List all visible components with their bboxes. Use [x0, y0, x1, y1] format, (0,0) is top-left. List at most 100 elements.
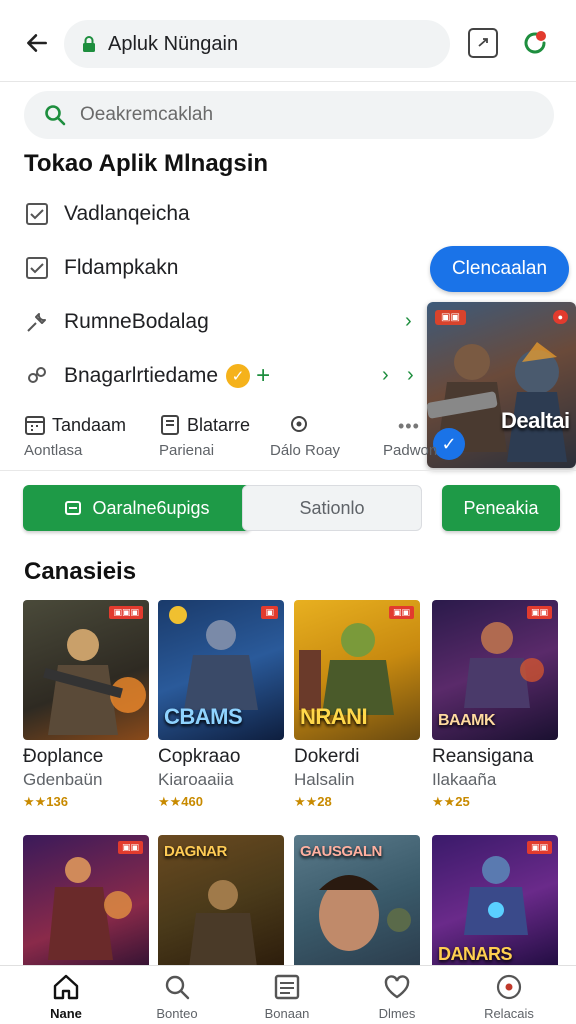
game-developer: Kiaroaaiia	[158, 770, 234, 789]
game-card[interactable]: ▣▣ NRANI Dokerdi Halsalin ★★28	[294, 600, 420, 810]
game-thumbnail[interactable]: ▣▣ DANARS	[432, 835, 558, 975]
game-developer: Ilakaaña	[432, 770, 497, 789]
address-bar[interactable]: Apluk Nüngain	[64, 20, 450, 68]
nav-label: Bonaan	[264, 1006, 310, 1021]
nav-settings[interactable]: Relacais	[459, 972, 559, 1021]
game-developer: Halsalin	[294, 770, 355, 789]
search-bar[interactable]	[24, 91, 554, 139]
back-arrow-icon[interactable]	[20, 26, 54, 60]
game-thumbnail[interactable]: ▣▣▣	[23, 600, 149, 740]
shortcut-1[interactable]: Tandaam Aontlasa	[24, 414, 127, 460]
shortcut-sublabel: Aontlasa	[24, 442, 83, 459]
filter-primary-button[interactable]: Oaralne6upigs	[23, 485, 251, 531]
nav-label: Nane	[50, 1006, 82, 1021]
shortcut-label: Tandaam	[52, 414, 127, 435]
home-icon	[53, 974, 79, 1000]
game-title: Dokerdi	[294, 746, 360, 767]
game-card[interactable]: ▣▣▣ Ðoplance Gdenbaün ★★136	[23, 600, 149, 810]
shortcut-4[interactable]: Padwon	[383, 414, 437, 459]
filter-primary-label: Oaralne6upigs	[92, 497, 210, 518]
game-title: Ðoplance	[23, 746, 104, 767]
game-title: Copkraao	[158, 746, 241, 767]
search-input[interactable]	[80, 104, 500, 126]
calendar-icon	[25, 416, 45, 435]
game-logo-text: NRANI	[300, 704, 368, 729]
menu-item-2[interactable]: Fldampkakn	[24, 248, 178, 288]
nav-library[interactable]: Bonaan	[237, 972, 337, 1021]
search-icon	[45, 105, 66, 126]
filter-secondary-button[interactable]: Sationlo	[242, 485, 422, 531]
heart-icon	[384, 975, 410, 999]
verified-badge-icon: ✓	[226, 364, 251, 388]
game-card[interactable]: ▣▣ DANARS	[432, 835, 558, 975]
nav-label: Bonteo	[156, 1006, 198, 1021]
section-title: Canasieis	[24, 558, 137, 585]
game-thumbnail[interactable]: ▣ CBAMS	[158, 600, 284, 740]
menu-item-3[interactable]: RumneBodalag	[24, 302, 209, 342]
game-card[interactable]: GAUSGALN	[294, 835, 420, 975]
game-thumbnail[interactable]: ▣▣ NRANI	[294, 600, 420, 740]
featured-title: Dealtai	[501, 408, 570, 433]
game-thumbnail[interactable]: ▣▣ BAAMK	[432, 600, 558, 740]
game-card[interactable]: ▣ CBAMS Copkraao Kiaroaaiia ★★460	[158, 600, 284, 810]
game-thumbnail[interactable]: DAGNAR	[158, 835, 284, 975]
game-thumbnail[interactable]: ▣▣	[23, 835, 149, 975]
game-logo-text: CBAMS	[164, 704, 243, 729]
chevron-right-icon[interactable]: ›	[407, 364, 414, 387]
game-thumbnail[interactable]: GAUSGALN	[294, 835, 420, 975]
game-logo-text: BAAMK	[438, 712, 496, 729]
menu-item-label: Bnagarlrtiedame	[64, 364, 219, 387]
refresh-icon[interactable]	[520, 28, 550, 58]
plus-icon[interactable]: +	[256, 362, 270, 390]
menu-item-label: RumneBodalag	[64, 310, 209, 333]
nav-home[interactable]: Nane	[16, 972, 116, 1021]
shortcut-2[interactable]: Blatarre Parienai	[159, 414, 251, 460]
chevron-right-icon[interactable]: ›	[405, 310, 412, 333]
game-tag: ▣▣	[526, 606, 552, 619]
document-icon	[161, 415, 179, 435]
game-card[interactable]: ▣▣	[23, 835, 149, 975]
game-logo-text: DANARS	[438, 944, 513, 964]
check-icon[interactable]: ✓	[433, 428, 465, 460]
featured-game-card[interactable]: ▣▣ ● Dealtai ✓	[427, 302, 576, 468]
menu-item-4[interactable]: Bnagarlrtiedame ✓ +	[24, 356, 270, 396]
shortcut-3[interactable]: Dálo Roay	[270, 414, 340, 459]
bottom-navigation: Nane Bonteo Bonaan Dlmes Relacais	[0, 965, 576, 1024]
shortcut-sublabel: Dálo Roay	[270, 442, 341, 459]
browser-toolbar: Apluk Nüngain	[0, 0, 576, 82]
nav-label: Dlmes	[378, 1006, 416, 1021]
nav-favorites[interactable]: Dlmes	[347, 972, 447, 1021]
game-tag: ▣▣	[526, 841, 552, 854]
game-tag: ▣▣	[388, 606, 414, 619]
shortcut-sublabel: Padwon	[383, 442, 438, 459]
gear-icon	[24, 363, 50, 389]
game-tag: ▣	[261, 606, 278, 619]
game-title: Reansigana	[432, 746, 534, 767]
primary-action-button[interactable]: Clencaalan	[430, 246, 569, 292]
checkbox-icon[interactable]	[24, 255, 50, 281]
chevron-right-icon[interactable]: ›	[382, 364, 389, 387]
checkbox-icon[interactable]	[24, 201, 50, 227]
tab-switcher-icon[interactable]	[468, 28, 498, 58]
game-rating: ★★460	[158, 794, 203, 809]
game-rating: ★★28	[294, 794, 332, 809]
address-text: Apluk Nüngain	[108, 32, 239, 55]
game-developer: Gdenbaün	[23, 770, 103, 789]
filter-tertiary-button[interactable]: Peneakia	[442, 485, 560, 531]
wrench-icon	[24, 309, 50, 335]
game-card[interactable]: DAGNAR	[158, 835, 284, 975]
game-card[interactable]: ▣▣ BAAMK Reansigana Ilakaaña ★★25	[432, 600, 558, 810]
menu-item-label: Fldampkakn	[64, 256, 179, 279]
nav-search[interactable]: Bonteo	[127, 972, 227, 1021]
game-rating: ★★136	[23, 794, 68, 809]
library-icon	[274, 974, 300, 1000]
game-artwork	[48, 857, 132, 960]
menu-item-1[interactable]: Vadlanqeicha	[24, 194, 190, 234]
page-title: Tokao Aplik Mlnagsin	[24, 150, 269, 177]
square-icon	[65, 501, 82, 515]
game-artwork	[43, 629, 146, 735]
shortcut-sublabel: Parienai	[159, 442, 215, 459]
divider	[0, 470, 576, 471]
shortcut-label: Blatarre	[187, 414, 251, 435]
game-rating: ★★25	[432, 794, 470, 809]
